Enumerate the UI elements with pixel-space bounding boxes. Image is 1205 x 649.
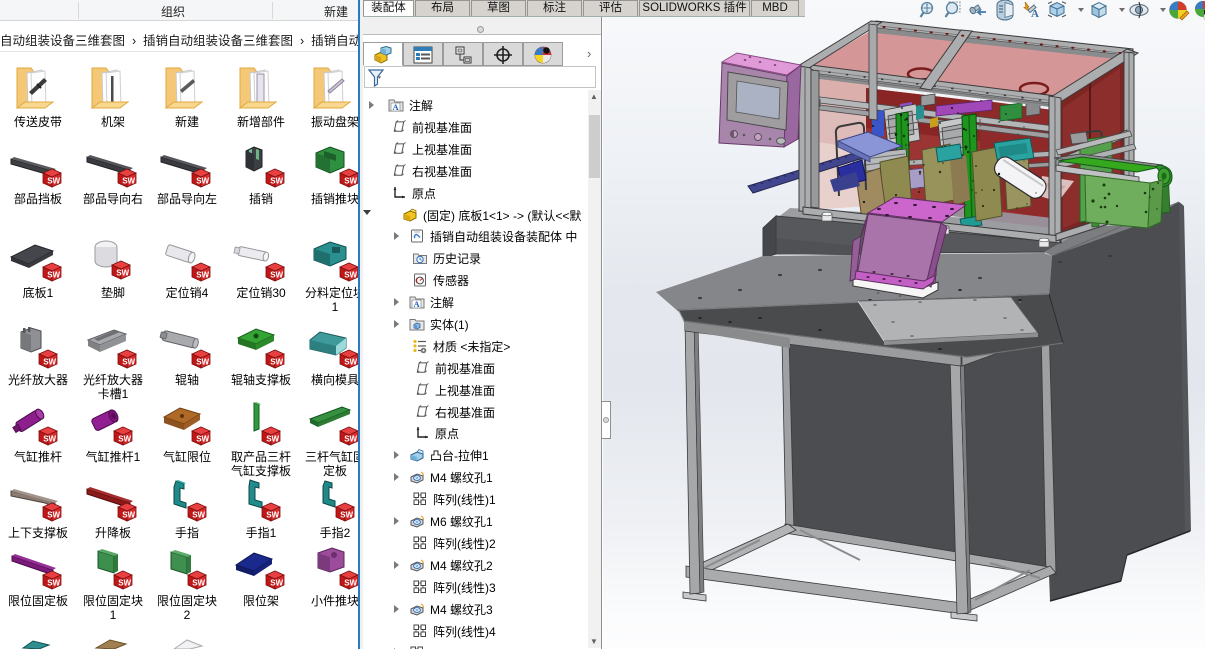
svg-text:SW: SW	[196, 358, 209, 367]
svg-text:SW: SW	[344, 177, 357, 186]
svg-text:SW: SW	[116, 269, 129, 278]
svg-text:SW: SW	[47, 177, 60, 186]
svg-text:SW: SW	[270, 358, 283, 367]
svg-text:SW: SW	[344, 435, 357, 444]
svg-text:SW: SW	[266, 511, 279, 520]
svg-text:SW: SW	[344, 358, 357, 367]
svg-text:SW: SW	[344, 579, 357, 588]
svg-text:A: A	[393, 102, 400, 112]
svg-text:SW: SW	[270, 271, 283, 280]
svg-text:SW: SW	[47, 579, 60, 588]
svg-text:A: A	[1031, 8, 1039, 20]
svg-text:SW: SW	[266, 435, 279, 444]
svg-text:SW: SW	[122, 358, 135, 367]
svg-text:SW: SW	[270, 579, 283, 588]
svg-text:SW: SW	[118, 435, 131, 444]
svg-text:SW: SW	[192, 579, 205, 588]
svg-text:SW: SW	[196, 435, 209, 444]
svg-text:SW: SW	[47, 511, 60, 520]
svg-text:SW: SW	[47, 271, 60, 280]
svg-text:SW: SW	[344, 271, 357, 280]
svg-text:SW: SW	[43, 358, 56, 367]
svg-text:SW: SW	[196, 177, 209, 186]
svg-text:SW: SW	[196, 271, 209, 280]
svg-text:A: A	[414, 299, 421, 309]
svg-text:SW: SW	[43, 435, 56, 444]
svg-text:SW: SW	[118, 579, 131, 588]
svg-text:SW: SW	[270, 177, 283, 186]
svg-text:SW: SW	[340, 511, 353, 520]
svg-text:SW: SW	[122, 177, 135, 186]
svg-text:SW: SW	[192, 511, 205, 520]
svg-text:SW: SW	[122, 511, 135, 520]
